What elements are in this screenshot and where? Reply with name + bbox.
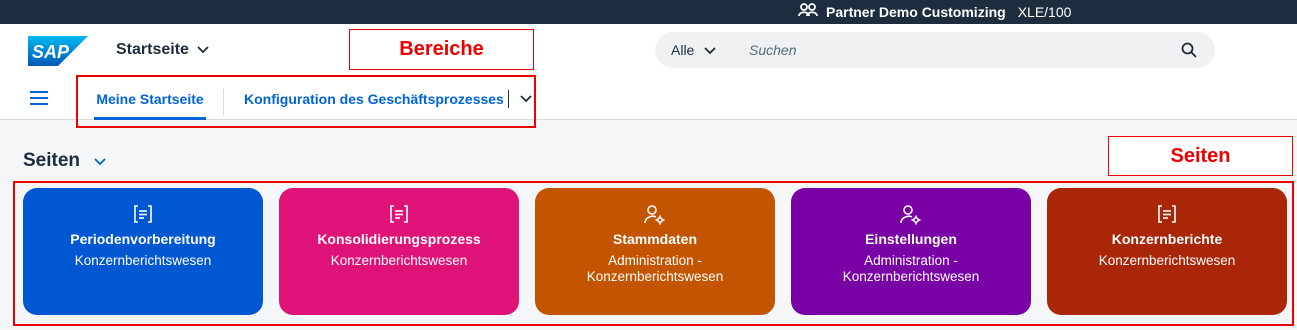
document-list-icon [389, 204, 409, 229]
search-scope-select[interactable]: Alle [671, 42, 716, 58]
system-name: Partner Demo Customizing [826, 3, 1006, 20]
tile-periodenvorbereitung[interactable]: Periodenvorbereitung Konzernberichtswese… [23, 188, 263, 315]
tile-subtitle: Administration - Konzernberichtswesen [842, 253, 980, 284]
search-bar: Alle [655, 32, 1215, 68]
search-scope-label: Alle [671, 42, 695, 58]
system-bar: Partner Demo Customizing XLE/100 [0, 0, 1297, 24]
areas-highlight-box [76, 75, 536, 128]
home-title: Startseite [116, 41, 189, 58]
tile-subtitle: Administration - Konzernberichtswesen [586, 253, 724, 284]
sap-logo[interactable]: SAP [28, 36, 88, 66]
people-icon [798, 3, 818, 20]
tile-subtitle: Konzernberichtswesen [330, 253, 468, 268]
section-pages-header[interactable]: Seiten [23, 150, 106, 172]
tile-title: Konsolidierungsprozess [317, 231, 481, 247]
tile-title: Periodenvorbereitung [70, 231, 216, 247]
tile-konsolidierungsprozess[interactable]: Konsolidierungsprozess Konzernberichtswe… [279, 188, 519, 315]
chevron-down-icon [94, 150, 106, 172]
document-list-icon [1157, 204, 1177, 229]
tile-title: Stammdaten [612, 231, 698, 247]
tile-title: Einstellungen [865, 231, 957, 247]
chevron-down-icon [704, 42, 716, 58]
tile-stammdaten[interactable]: Stammdaten Administration - Konzernberic… [535, 188, 775, 315]
document-list-icon [133, 204, 153, 229]
search-icon[interactable] [1181, 42, 1197, 63]
section-title: Seiten [23, 150, 81, 171]
search-input[interactable] [749, 39, 1159, 61]
tile-einstellungen[interactable]: Einstellungen Administration - Konzernbe… [791, 188, 1031, 315]
user-settings-icon [644, 204, 666, 231]
chevron-down-icon [197, 41, 209, 59]
user-settings-icon [900, 204, 922, 231]
system-id: XLE/100 [1017, 3, 1072, 20]
home-title-menu[interactable]: Startseite [116, 41, 209, 59]
tile-subtitle: Konzernberichtswesen [74, 253, 212, 268]
tile-subtitle: Konzernberichtswesen [1098, 253, 1236, 268]
tile-konzernberichte[interactable]: Konzernberichte Konzernberichtswesen [1047, 188, 1287, 315]
pages-annotation-label: Seiten [1108, 136, 1293, 176]
logo-text: SAP [32, 42, 70, 62]
menu-icon[interactable] [30, 91, 48, 110]
system-info[interactable]: Partner Demo Customizing XLE/100 [798, 3, 1071, 20]
tile-title: Konzernberichte [1111, 231, 1223, 247]
areas-annotation-label: Bereiche [349, 29, 534, 70]
